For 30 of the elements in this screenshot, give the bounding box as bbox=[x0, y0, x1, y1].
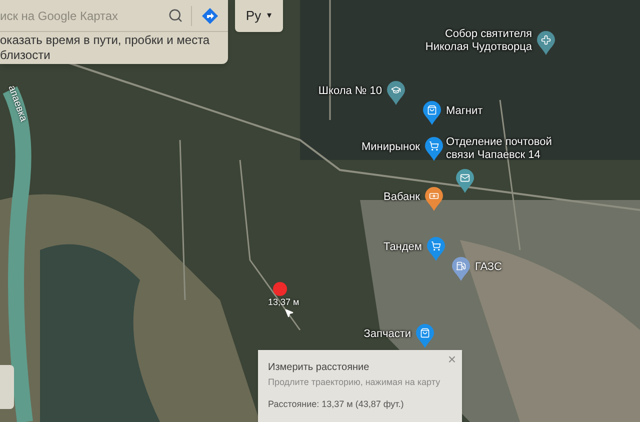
place-pin[interactable] bbox=[456, 169, 474, 193]
place-label[interactable]: Минирынок bbox=[361, 141, 420, 154]
place-label[interactable]: Собор святителя Николая Чудотворца bbox=[424, 28, 532, 54]
place-label[interactable]: Отделение почтовой связи Чапаевск 14 bbox=[446, 136, 554, 162]
place-pin[interactable] bbox=[387, 81, 405, 105]
search-icon[interactable] bbox=[168, 8, 183, 23]
place-pin[interactable] bbox=[423, 101, 441, 125]
search-field[interactable]: иск на Google Картах bbox=[0, 6, 160, 24]
place-label[interactable]: ГАЗС bbox=[475, 261, 502, 274]
measure-title: Измерить расстояние bbox=[268, 362, 370, 374]
distance-text: Расстояние: 13,37 м (43,87 фут.) bbox=[268, 398, 405, 410]
language-button[interactable]: Ру ▾ bbox=[235, 0, 283, 32]
place-label[interactable]: Магнит bbox=[446, 105, 483, 118]
place-pin[interactable] bbox=[537, 31, 555, 55]
place-label[interactable]: Школа № 10 bbox=[318, 85, 382, 98]
place-label[interactable]: Тандем bbox=[383, 241, 422, 254]
suggestion-text[interactable]: оказать время в пути, пробки и места близости bbox=[0, 32, 228, 63]
cursor-icon bbox=[284, 308, 294, 318]
fuel-icon bbox=[456, 262, 466, 270]
school-icon bbox=[392, 87, 400, 93]
cart-icon bbox=[430, 142, 438, 150]
place-label[interactable]: Запчасти bbox=[364, 328, 411, 341]
cart-icon bbox=[432, 242, 440, 250]
place-pin[interactable] bbox=[425, 137, 443, 161]
river-label: апаевка bbox=[4, 84, 29, 124]
measure-hint: Продлите траекторию, нажимая на карту bbox=[268, 376, 442, 388]
marker-label: 13,37 м bbox=[268, 296, 300, 309]
place-label[interactable]: Вабанк bbox=[383, 191, 420, 204]
place-pin[interactable] bbox=[425, 187, 443, 211]
directions-icon[interactable] bbox=[202, 8, 218, 24]
